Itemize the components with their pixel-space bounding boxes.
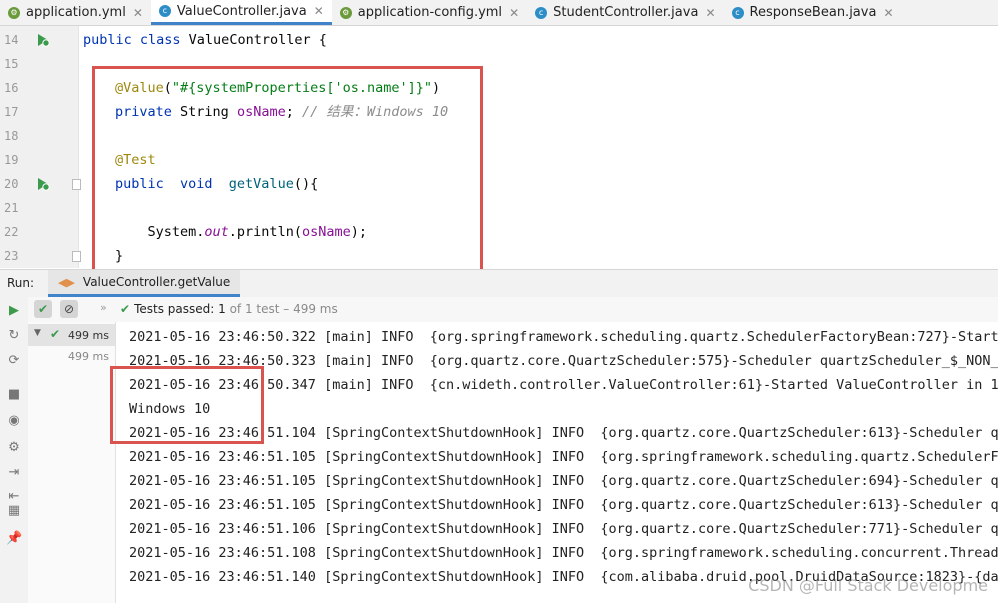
- tab-response-bean[interactable]: c ResponseBean.java ✕: [724, 0, 902, 25]
- toggle-auto-test-icon[interactable]: ⟳: [6, 353, 22, 369]
- import-icon[interactable]: ⇥: [6, 465, 22, 481]
- show-ignored-icon[interactable]: ⊘: [60, 300, 78, 318]
- line-number: 22: [4, 225, 19, 239]
- watermark: CSDN @Full Stack Developme: [748, 576, 988, 595]
- close-icon[interactable]: ✕: [509, 6, 519, 20]
- console-line: 2021-05-16 23:46:50.322 [main] INFO {org…: [129, 329, 998, 345]
- console-line: 2021-05-16 23:46:51.108 [SpringContextSh…: [129, 545, 998, 561]
- tab-label: ResponseBean.java: [749, 5, 877, 20]
- line-number: 14: [4, 33, 19, 47]
- line-number: 17: [4, 105, 19, 119]
- test-tree: ▼ ✔ 499 ms 499 ms: [28, 322, 116, 603]
- code-line-14: 14 public class ValueController {: [0, 28, 998, 52]
- line-number: 21: [4, 201, 19, 215]
- tab-label: ValueController.java: [176, 3, 307, 19]
- tab-student-controller[interactable]: c StudentController.java ✕: [527, 0, 723, 25]
- camera-icon[interactable]: ◉: [6, 413, 22, 429]
- yml-file-icon: ⚙: [8, 6, 20, 19]
- run-test-icon[interactable]: [36, 177, 50, 191]
- tests-passed-text: Tests passed: 1: [134, 302, 226, 316]
- console-output[interactable]: 2021-05-16 23:46:50.322 [main] INFO {org…: [116, 322, 998, 603]
- show-passed-icon[interactable]: ✔: [34, 300, 52, 318]
- line-number: 23: [4, 249, 19, 263]
- test-duration[interactable]: 499 ms: [68, 350, 109, 363]
- stop-icon[interactable]: ■: [6, 387, 22, 403]
- run-side-toolbar: ▶ ↻ ⟳ ■ ◉ ⚙ ⇥ ⇤ ▦ 📌: [0, 297, 29, 603]
- java-class-icon: c: [535, 6, 548, 19]
- test-duration: 499 ms: [68, 329, 109, 342]
- close-icon[interactable]: ✕: [705, 6, 715, 20]
- close-icon[interactable]: ✕: [883, 6, 893, 20]
- test-tree-root[interactable]: ▼ ✔ 499 ms: [28, 324, 115, 346]
- pin-icon[interactable]: 📌: [6, 531, 22, 547]
- console-line: 2021-05-16 23:46:51.105 [SpringContextSh…: [129, 473, 998, 489]
- fold-marker-icon[interactable]: [72, 251, 81, 262]
- yml-file-icon: ⚙: [339, 6, 352, 19]
- highlight-box-code: [92, 66, 483, 276]
- fold-marker-icon[interactable]: [72, 179, 81, 190]
- tab-label: application.yml: [26, 5, 126, 20]
- class-name: ValueController {: [180, 32, 327, 48]
- tab-value-controller[interactable]: c ValueController.java ✕: [150, 0, 332, 25]
- layout-icon[interactable]: ▦: [6, 503, 22, 519]
- run-class-icon[interactable]: [36, 33, 50, 47]
- console-line: 2021-05-16 23:46:51.105 [SpringContextSh…: [129, 449, 998, 465]
- line-number: 20: [4, 177, 19, 191]
- java-class-icon: c: [158, 5, 171, 17]
- tests-status: ✔ Tests passed: 1 of 1 test – 499 ms: [120, 302, 338, 316]
- keyword: public class: [83, 32, 181, 48]
- tab-label: application-config.yml: [357, 5, 503, 20]
- run-config-label: ValueController.getValue: [82, 275, 231, 289]
- close-icon[interactable]: ✕: [133, 6, 143, 20]
- highlight-box-output: [110, 366, 264, 444]
- line-number: 15: [4, 57, 19, 71]
- tab-label: StudentController.java: [553, 5, 699, 20]
- rerun-icon[interactable]: ▶: [6, 303, 22, 319]
- tab-application-yml[interactable]: ⚙ application.yml ✕: [0, 0, 151, 25]
- run-tool-window-header: Run: ◀▶ ValueController.getValue: [0, 269, 998, 298]
- editor-tab-bar: ⚙ application.yml ✕ c ValueController.ja…: [0, 0, 998, 26]
- line-number: 18: [4, 129, 19, 143]
- console-line: 2021-05-16 23:46:51.105 [SpringContextSh…: [129, 497, 998, 513]
- more-actions-icon[interactable]: »: [100, 301, 107, 314]
- console-line: 2021-05-16 23:46:51.106 [SpringContextSh…: [129, 521, 998, 537]
- chevron-down-icon[interactable]: ▼: [34, 328, 41, 338]
- check-icon: ✔: [50, 327, 61, 341]
- close-icon[interactable]: ✕: [314, 4, 324, 18]
- line-number: 16: [4, 81, 19, 95]
- check-icon: ✔: [120, 302, 131, 316]
- tab-application-config-yml[interactable]: ⚙ application-config.yml ✕: [332, 0, 527, 25]
- run-config-tab[interactable]: ◀▶ ValueController.getValue: [48, 270, 241, 297]
- line-number: 19: [4, 153, 19, 167]
- rerun-failed-icon[interactable]: ↻: [6, 328, 22, 344]
- tests-summary: of 1 test – 499 ms: [229, 302, 338, 316]
- test-run-icon: ◀▶: [58, 275, 75, 289]
- run-label: Run:: [7, 276, 35, 290]
- java-class-icon: c: [731, 6, 744, 19]
- test-results-toolbar: ✔ ⊘ » ✔ Tests passed: 1 of 1 test – 499 m…: [28, 297, 998, 323]
- settings-icon[interactable]: ⚙: [6, 440, 22, 456]
